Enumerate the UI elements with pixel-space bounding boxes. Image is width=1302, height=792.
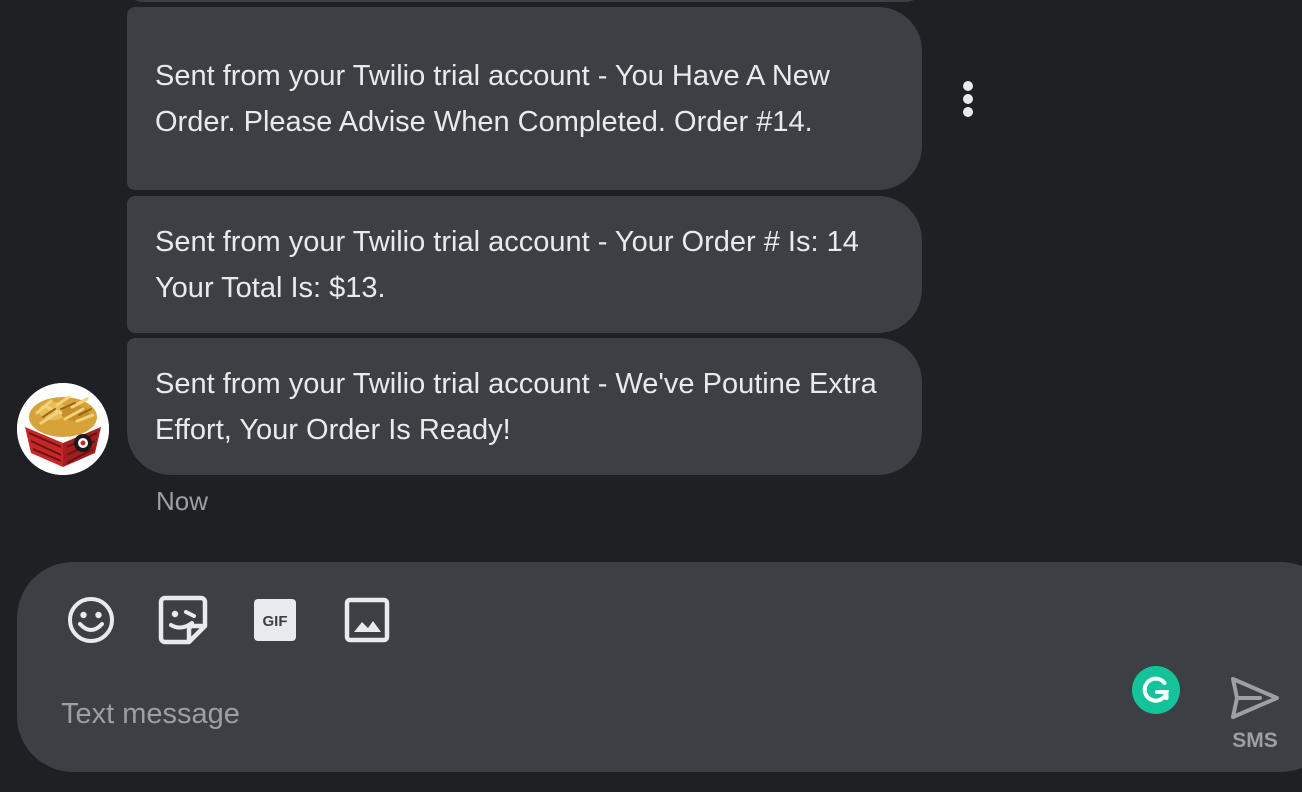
- more-options-button[interactable]: [950, 76, 986, 122]
- gif-badge-text: GIF: [263, 613, 288, 630]
- emoji-button[interactable]: [65, 594, 117, 646]
- message-text-input[interactable]: [61, 686, 1111, 742]
- message-bubble[interactable]: Sent from your Twilio trial account - We…: [127, 338, 922, 475]
- messages-screen: Sent from your Twilio trial account - Yo…: [0, 0, 1302, 792]
- send-icon: [1231, 677, 1279, 719]
- sticker-icon: [158, 595, 208, 645]
- message-bubble[interactable]: Sent from your Twilio trial account - Yo…: [127, 7, 922, 190]
- grammarly-icon: [1142, 676, 1169, 703]
- message-text: Sent from your Twilio trial account - Yo…: [155, 59, 830, 138]
- message-text: Sent from your Twilio trial account - Yo…: [155, 225, 859, 304]
- sticker-button[interactable]: [157, 594, 209, 646]
- gif-button[interactable]: GIF: [249, 594, 301, 646]
- send-label: SMS: [1232, 729, 1278, 752]
- message-composer: GIF SMS: [17, 562, 1302, 772]
- grammarly-button[interactable]: [1132, 666, 1180, 714]
- message-timestamp: Now: [156, 486, 209, 516]
- emoji-icon: [68, 597, 114, 643]
- gif-icon: GIF: [254, 599, 296, 641]
- more-vert-icon: [963, 81, 973, 91]
- send-sms-button[interactable]: SMS: [1222, 672, 1292, 756]
- avatar[interactable]: [17, 383, 109, 475]
- message-text: Sent from your Twilio trial account - We…: [155, 367, 877, 446]
- image-icon: [344, 597, 390, 643]
- message-bubble[interactable]: Sent from your Twilio trial account - Yo…: [127, 196, 922, 333]
- previous-message-bubble[interactable]: [127, 0, 922, 2]
- poutine-image: [17, 383, 109, 475]
- attach-image-button[interactable]: [341, 594, 393, 646]
